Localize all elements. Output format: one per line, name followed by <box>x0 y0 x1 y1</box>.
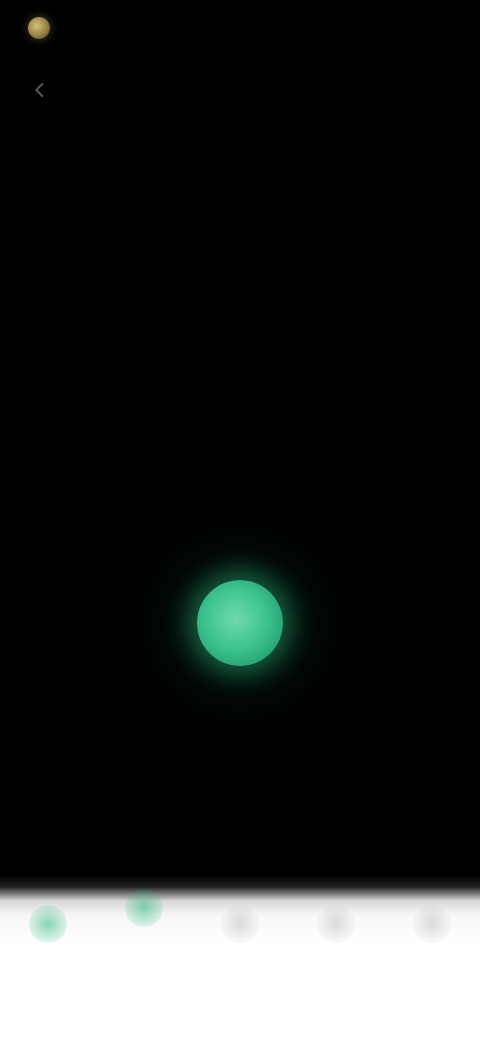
nav-item-search[interactable] <box>205 895 275 962</box>
top-navigation <box>0 60 480 120</box>
nav-item-stats[interactable] <box>301 895 371 962</box>
nav-item-profile[interactable] <box>397 895 467 962</box>
nav-item-voice[interactable] <box>109 889 179 946</box>
voice-icon <box>125 889 163 927</box>
chart-icon <box>317 905 355 943</box>
bottom-navigation <box>0 875 480 1040</box>
voice-input-area <box>0 540 480 730</box>
chevron-left-icon <box>35 83 44 97</box>
back-button[interactable] <box>24 74 56 106</box>
status-bar <box>0 0 480 56</box>
nav-item-home[interactable] <box>13 895 83 962</box>
home-icon <box>29 905 67 943</box>
hero-section <box>28 155 428 173</box>
search-icon <box>221 905 259 943</box>
app-logo-icon <box>28 17 50 39</box>
profile-icon <box>413 905 451 943</box>
microphone-button[interactable] <box>197 580 283 666</box>
